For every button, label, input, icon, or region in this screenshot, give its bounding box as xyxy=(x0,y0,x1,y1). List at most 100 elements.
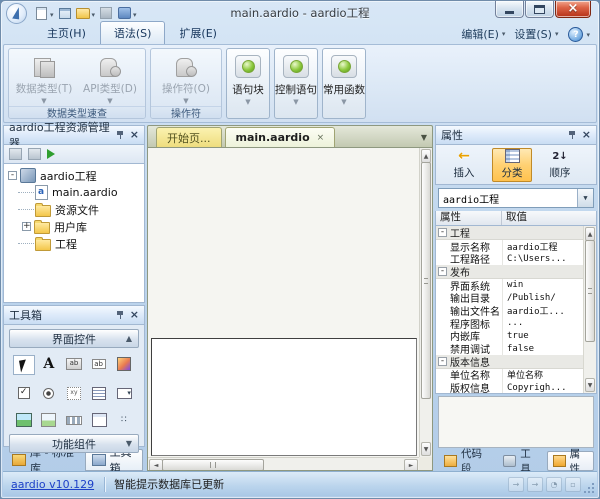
label-tool[interactable]: A xyxy=(39,355,59,373)
redo-icon[interactable]: → xyxy=(527,477,543,492)
pin-icon[interactable] xyxy=(116,130,125,140)
tab-properties[interactable]: 属性 xyxy=(547,451,594,471)
listbox-tool[interactable] xyxy=(89,384,109,402)
properties-tool-categorized[interactable]: 分类 xyxy=(492,148,532,182)
combobox-tool[interactable] xyxy=(114,384,134,402)
frame-icon[interactable]: ▫ xyxy=(565,477,581,492)
picturebox-tool[interactable] xyxy=(14,411,34,429)
checkbox-tool[interactable] xyxy=(14,384,34,402)
publish-button[interactable] xyxy=(115,5,133,21)
properties-tool-sort[interactable]: 2↓顺序 xyxy=(540,148,580,182)
ribbon-button[interactable]: 常用函数▼ xyxy=(322,48,366,119)
vertical-scrollbar[interactable]: ▲ ▼ xyxy=(419,148,432,457)
history-icon[interactable]: ◔ xyxy=(546,477,562,492)
version-link[interactable]: aardio v10.129 xyxy=(11,478,94,491)
tree-item[interactable]: -aardio工程 xyxy=(4,167,144,184)
resize-grip[interactable] xyxy=(592,483,594,485)
tree-item[interactable]: 工程 xyxy=(4,235,144,252)
grid-scroll-thumb[interactable] xyxy=(585,240,595,342)
edit-tool[interactable] xyxy=(89,355,109,373)
property-value[interactable]: C:\Users... xyxy=(502,252,583,265)
run-icon[interactable] xyxy=(47,149,55,159)
ribbon-button[interactable]: 操作符(O)▼ xyxy=(153,50,219,105)
properties-tool-insert[interactable]: ←插入 xyxy=(444,148,484,182)
forward-icon[interactable]: → xyxy=(508,477,524,492)
document-tab[interactable]: main.aardio× xyxy=(225,127,336,147)
help-menu[interactable]: ? ▾ xyxy=(565,25,593,44)
property-value[interactable]: true xyxy=(502,330,583,343)
column-header-name[interactable]: 属性 xyxy=(436,211,502,225)
property-value[interactable]: ... xyxy=(502,317,583,330)
window-restore-button[interactable] xyxy=(56,5,74,21)
close-icon[interactable]: × xyxy=(130,130,139,140)
save-button[interactable] xyxy=(97,5,115,21)
groupbox-tool[interactable] xyxy=(64,384,84,402)
ribbon-button[interactable]: 控制语句▼ xyxy=(274,48,318,119)
maximize-button[interactable] xyxy=(525,1,554,18)
scroll-up-icon[interactable]: ▲ xyxy=(585,227,595,241)
menu-编辑(E)[interactable]: 编辑(E)▾ xyxy=(458,24,508,44)
new-file-button[interactable] xyxy=(32,5,50,21)
toolbox-section-components[interactable]: 功能组件 ▼ xyxy=(9,434,139,453)
ribbon-button[interactable]: API类型(D)▼ xyxy=(77,50,143,105)
pin-icon[interactable] xyxy=(116,310,125,320)
tree-item[interactable]: main.aardio xyxy=(4,184,144,201)
scroll-left-icon[interactable]: ◄ xyxy=(149,459,163,471)
horizontal-scrollbar[interactable]: ◄ ► xyxy=(148,457,419,470)
tree-item[interactable]: 资源文件 xyxy=(4,201,144,218)
document-tab[interactable]: 开始页... xyxy=(156,127,222,147)
custom-tool[interactable]: ∷ xyxy=(114,411,134,429)
tab-list-dropdown-icon[interactable]: ▼ xyxy=(421,133,427,142)
scroll-down-icon[interactable]: ▼ xyxy=(421,442,431,456)
ribbon-tab[interactable]: 主页(H) xyxy=(33,21,100,44)
property-value[interactable]: Copyrigh... xyxy=(502,381,583,393)
richedit-tool[interactable] xyxy=(114,355,134,373)
column-header-value[interactable]: 取值 xyxy=(502,211,596,225)
tree-item[interactable]: +用户库 xyxy=(4,218,144,235)
toolbar-overflow-caret-icon[interactable]: ▾ xyxy=(133,11,137,19)
radio-tool[interactable] xyxy=(39,384,59,402)
grid-scrollbar[interactable]: ▲ ▼ xyxy=(583,226,596,393)
button-tool[interactable] xyxy=(64,355,84,373)
ribbon-button[interactable]: 数据类型(T)▼ xyxy=(11,50,77,105)
save-all-icon[interactable] xyxy=(28,148,41,160)
close-icon[interactable]: × xyxy=(582,130,591,140)
properties-target-combo[interactable]: aardio工程 ▼ xyxy=(438,188,594,208)
collapse-icon[interactable]: - xyxy=(438,228,447,237)
tab-snippet[interactable]: 代码段 xyxy=(438,451,495,471)
property-value[interactable]: false xyxy=(502,342,583,355)
property-value[interactable]: 单位名称 xyxy=(502,369,583,382)
scroll-down-icon[interactable]: ▼ xyxy=(585,378,595,392)
property-row[interactable]: 版权信息Copyrigh... xyxy=(436,381,583,393)
dropdown-caret-icon[interactable]: ▾ xyxy=(50,11,54,19)
help-icon[interactable]: ? xyxy=(568,27,583,42)
vertical-scroll-thumb[interactable] xyxy=(421,162,431,399)
combo-dropdown-icon[interactable]: ▼ xyxy=(577,189,593,207)
minimize-button[interactable] xyxy=(495,1,524,18)
open-folder-button[interactable] xyxy=(74,5,92,21)
ribbon-tab[interactable]: 语法(S) xyxy=(100,21,166,44)
dropdown-caret-icon[interactable]: ▾ xyxy=(92,11,96,19)
pin-icon[interactable] xyxy=(568,130,577,140)
tree-expander-icon[interactable]: + xyxy=(22,222,31,231)
pointer-tool[interactable] xyxy=(13,355,35,375)
close-button[interactable] xyxy=(555,1,591,18)
horizontal-scroll-thumb[interactable] xyxy=(162,459,264,471)
property-value[interactable]: /Publish/ xyxy=(502,291,583,304)
close-icon[interactable]: × xyxy=(130,310,139,320)
property-value[interactable]: aardio工程 xyxy=(502,240,583,253)
close-tab-icon[interactable]: × xyxy=(317,133,325,143)
ribbon-button[interactable]: 语句块▼ xyxy=(226,48,270,119)
toolbox-section-ui-controls[interactable]: 界面控件 ▲ xyxy=(9,329,139,348)
progressbar-tool[interactable] xyxy=(64,411,84,429)
listview-tool[interactable] xyxy=(89,411,109,429)
menu-设置(S)[interactable]: 设置(S)▾ xyxy=(511,24,561,44)
ribbon-tab[interactable]: 扩展(E) xyxy=(165,21,231,44)
imagebox-tool[interactable] xyxy=(39,411,59,429)
collapse-icon[interactable]: - xyxy=(438,357,447,366)
design-form-surface[interactable] xyxy=(151,338,417,456)
scroll-up-icon[interactable]: ▲ xyxy=(421,149,431,163)
tree-expander-icon[interactable]: - xyxy=(8,171,17,180)
scroll-right-icon[interactable]: ► xyxy=(404,459,418,471)
collapse-icon[interactable]: - xyxy=(438,267,447,276)
